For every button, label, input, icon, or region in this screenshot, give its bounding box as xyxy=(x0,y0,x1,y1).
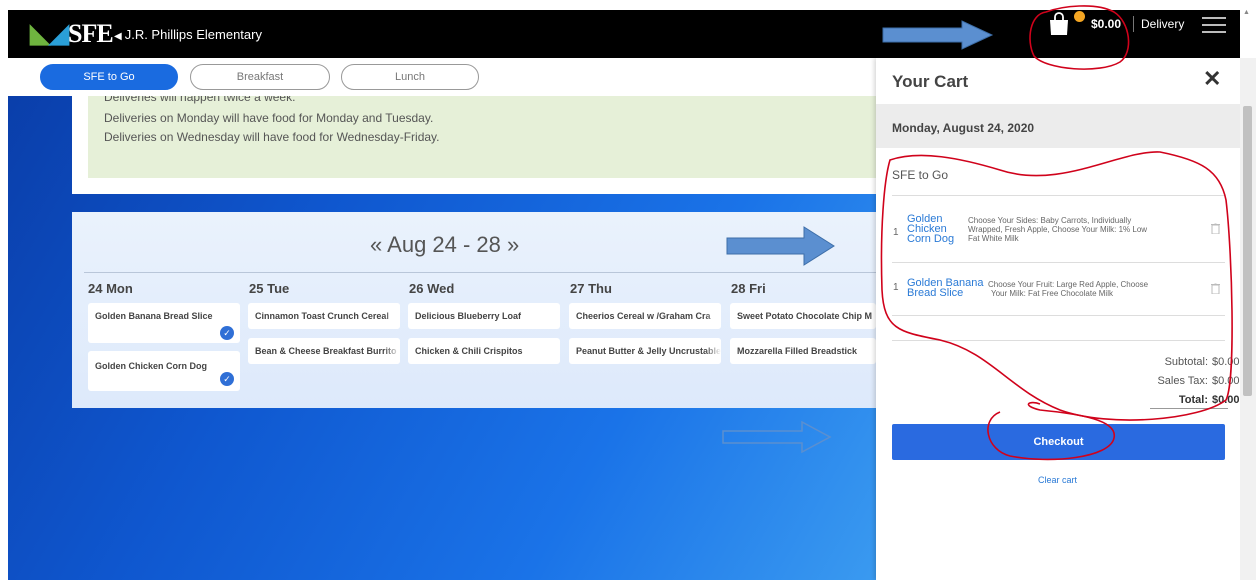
meal-card-fri-1[interactable]: Sweet Potato Chocolate Chip M xyxy=(730,303,876,329)
prev-week-button[interactable]: « xyxy=(370,232,382,257)
subtotal-label: Subtotal: xyxy=(1164,356,1208,368)
header-divider xyxy=(1133,16,1134,32)
item-options: Choose Your Sides: Baby Carrots, Individ… xyxy=(968,216,1148,243)
trash-icon[interactable] xyxy=(1211,283,1220,294)
day-header-mon: 24 Mon xyxy=(88,281,133,296)
info-line-2: Deliveries on Monday will have food for … xyxy=(104,111,434,125)
meal-card-wed-2[interactable]: Chicken & Chili Crispitos xyxy=(408,338,560,364)
cart-divider xyxy=(892,195,1225,196)
item-name-link[interactable]: Golden Banana Bread Slice xyxy=(907,278,983,299)
sales-tax-value: $0.00 xyxy=(1212,375,1240,387)
day-header-thu: 27 Thu xyxy=(570,281,612,296)
clear-cart-link[interactable]: Clear cart xyxy=(1038,475,1077,485)
meal-card-mon-1[interactable]: Golden Banana Bread Slice xyxy=(88,303,240,343)
total-label: Total: xyxy=(1178,394,1208,406)
meal-card-tue-1[interactable]: Cinnamon Toast Crunch Cereal xyxy=(248,303,400,329)
cart-divider xyxy=(892,340,1225,341)
cart-section-title: SFE to Go xyxy=(892,168,949,182)
day-header-tue: 25 Tue xyxy=(249,281,290,296)
meal-name: Delicious Blueberry Loaf xyxy=(415,311,522,321)
selected-check-icon: ✓ xyxy=(220,372,234,386)
shopping-bag-icon[interactable] xyxy=(1048,12,1070,36)
checkout-button[interactable]: Checkout xyxy=(892,424,1225,460)
tab-sfe-to-go[interactable]: SFE to Go xyxy=(40,64,178,90)
sfe-logo[interactable]: ◣◢SFE xyxy=(30,21,114,47)
close-icon[interactable]: ✕ xyxy=(1203,66,1221,92)
meal-card-thu-1[interactable]: Cheerios Cereal w /Graham Cra xyxy=(569,303,721,329)
back-triangle-icon: ◀ xyxy=(114,31,122,42)
item-options: Choose Your Fruit: Large Red Apple, Choo… xyxy=(988,280,1149,298)
school-name: J.R. Phillips Elementary xyxy=(124,27,262,42)
annotation-arrow-icon xyxy=(882,20,994,50)
header-cart-total[interactable]: $0.00 xyxy=(1091,17,1121,31)
subtotal-value: $0.00 xyxy=(1212,356,1240,368)
info-line-3: Deliveries on Wednesday will have food f… xyxy=(104,130,440,144)
meal-card-fri-2[interactable]: Mozzarella Filled Breadstick xyxy=(730,338,876,364)
annotation-arrow-icon xyxy=(726,226,835,266)
app-root: ◣◢SFE ◀ J.R. Phillips Elementary $0.00 De… xyxy=(0,0,1256,580)
cart-title: Your Cart xyxy=(892,72,969,91)
item-quantity: 1 xyxy=(893,282,899,293)
cart-divider xyxy=(892,262,1225,263)
meal-name: Sweet Potato Chocolate Chip M xyxy=(737,311,873,321)
week-range: Aug 24 - 28 xyxy=(387,232,501,257)
meal-name: Chicken & Chili Crispitos xyxy=(415,346,523,356)
page-margin xyxy=(0,0,8,580)
day-header-wed: 26 Wed xyxy=(409,281,455,296)
total-underline xyxy=(1150,408,1228,409)
meal-name: Mozzarella Filled Breadstick xyxy=(737,346,858,356)
info-line-1: Deliveries will happen twice a week. xyxy=(104,96,296,104)
meal-name: Peanut Butter & Jelly Uncrustables xyxy=(576,346,721,356)
trash-icon[interactable] xyxy=(1211,223,1220,234)
meal-card-thu-2[interactable]: Peanut Butter & Jelly Uncrustables xyxy=(569,338,721,364)
next-week-button[interactable]: » xyxy=(507,232,519,257)
scrollbar-thumb[interactable] xyxy=(1243,106,1252,396)
delivery-toggle[interactable]: Delivery xyxy=(1141,17,1184,31)
hamburger-menu-icon[interactable] xyxy=(1202,17,1226,33)
cart-divider xyxy=(892,315,1225,316)
meal-name: Golden Banana Bread Slice xyxy=(95,311,213,321)
item-name-link[interactable]: Golden Chicken Corn Dog xyxy=(907,214,954,245)
meal-name: Cinnamon Toast Crunch Cereal xyxy=(255,311,389,321)
meal-card-wed-1[interactable]: Delicious Blueberry Loaf xyxy=(408,303,560,329)
tab-lunch[interactable]: Lunch xyxy=(341,64,479,90)
meal-name: Bean & Cheese Breakfast Burrito xyxy=(255,346,397,356)
calendar-divider xyxy=(84,272,876,273)
meal-card-tue-2[interactable]: Bean & Cheese Breakfast Burrito xyxy=(248,338,400,364)
tab-breakfast[interactable]: Breakfast xyxy=(190,64,330,90)
school-selector[interactable]: ◀ J.R. Phillips Elementary xyxy=(114,27,262,42)
cart-indicator-dot xyxy=(1074,11,1085,22)
scroll-up-arrow-icon[interactable]: ▲ xyxy=(1243,9,1250,16)
total-value: $0.00 xyxy=(1212,394,1240,406)
sales-tax-label: Sales Tax: xyxy=(1157,375,1208,387)
meal-name: Cheerios Cereal w /Graham Cra xyxy=(576,311,711,321)
annotation-arrow-icon xyxy=(722,421,832,453)
cart-date: Monday, August 24, 2020 xyxy=(892,121,1035,135)
day-header-fri: 28 Fri xyxy=(731,281,766,296)
meal-card-mon-2[interactable]: Golden Chicken Corn Dog xyxy=(88,351,240,391)
item-quantity: 1 xyxy=(893,227,899,238)
meal-name: Golden Chicken Corn Dog xyxy=(95,361,208,371)
selected-check-icon: ✓ xyxy=(220,326,234,340)
week-navigator: « Aug 24 - 28 » xyxy=(370,232,519,258)
